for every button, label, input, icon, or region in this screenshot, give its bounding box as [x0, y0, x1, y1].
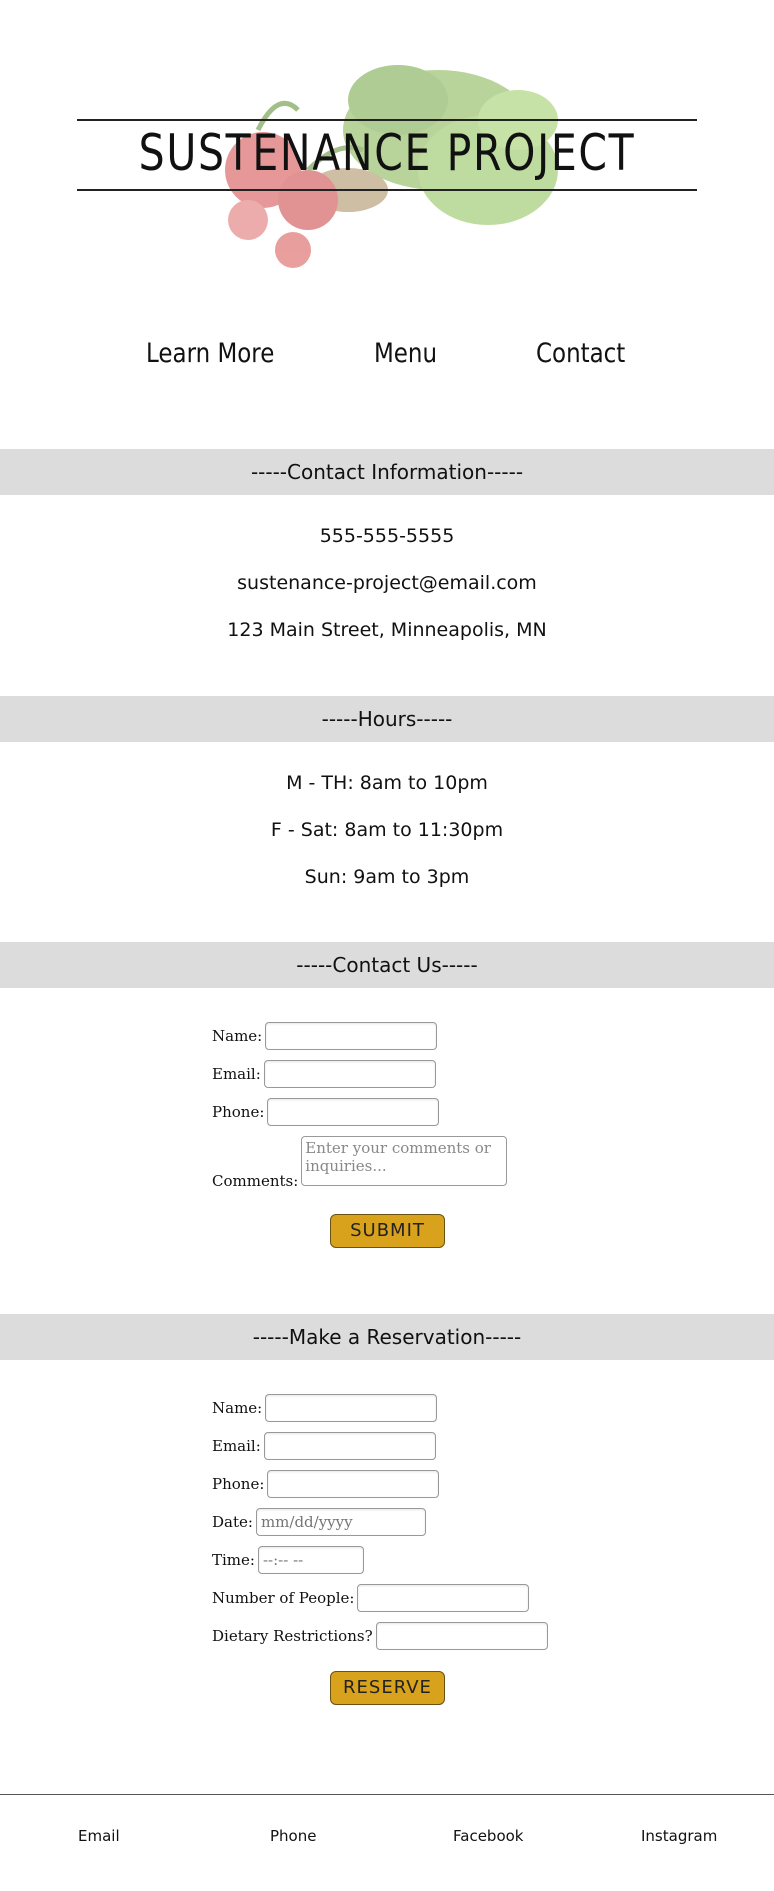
- contact-us-heading: -----Contact Us-----: [0, 942, 774, 988]
- contact-email-label: Email:: [212, 1065, 261, 1083]
- contact-email-row: Email:: [212, 1060, 436, 1088]
- main-nav: Learn More Menu Contact: [0, 338, 774, 382]
- contact-name-label: Name:: [212, 1027, 263, 1045]
- reserve-name-label: Name:: [212, 1399, 263, 1417]
- contact-email: sustenance-project@email.com: [237, 572, 537, 594]
- contact-phone: 555-555-5555: [319, 525, 455, 547]
- reserve-time-label: Time:: [212, 1551, 255, 1569]
- title-rule-top: [77, 119, 697, 121]
- reserve-date-input[interactable]: [255, 1508, 426, 1536]
- reserve-phone-label: Phone:: [212, 1475, 265, 1493]
- site-title: SUSTENANCE PROJECT: [138, 124, 636, 182]
- reserve-dietary-label: Dietary Restrictions?: [212, 1627, 373, 1645]
- nav-link-learn-more[interactable]: Learn More: [146, 338, 274, 369]
- reserve-date-row: Date:: [212, 1508, 426, 1536]
- reserve-date-label: Date:: [212, 1513, 253, 1531]
- contact-comments-label: Comments:: [212, 1172, 299, 1190]
- footer-link-phone[interactable]: Phone: [270, 1827, 316, 1845]
- reserve-email-input[interactable]: [263, 1432, 436, 1460]
- contact-name-input[interactable]: [265, 1022, 438, 1050]
- nav-link-menu[interactable]: Menu: [374, 338, 437, 369]
- title-rule-bottom: [77, 189, 697, 191]
- contact-name-row: Name:: [212, 1022, 438, 1050]
- contact-comments-row: Comments:: [212, 1136, 508, 1190]
- hero-header: SUSTENANCE PROJECT: [0, 0, 774, 290]
- reserve-people-row: Number of People:: [212, 1584, 530, 1612]
- reserve-email-row: Email:: [212, 1432, 436, 1460]
- hours-sunday: Sun: 9am to 3pm: [304, 866, 470, 888]
- reserve-phone-input[interactable]: [267, 1470, 440, 1498]
- submit-button[interactable]: SUBMIT: [330, 1214, 445, 1248]
- reserve-time-input[interactable]: [257, 1546, 364, 1574]
- reserve-time-row: Time:: [212, 1546, 364, 1574]
- reserve-button[interactable]: RESERVE: [330, 1671, 445, 1705]
- reserve-people-label: Number of People:: [212, 1589, 355, 1607]
- reserve-name-row: Name:: [212, 1394, 438, 1422]
- footer-link-facebook[interactable]: Facebook: [453, 1827, 523, 1845]
- contact-phone-input[interactable]: [267, 1098, 440, 1126]
- contact-phone-row: Phone:: [212, 1098, 440, 1126]
- nav-link-contact[interactable]: Contact: [536, 338, 625, 369]
- reserve-name-input[interactable]: [265, 1394, 438, 1422]
- reserve-dietary-row: Dietary Restrictions?: [212, 1622, 548, 1650]
- contact-phone-label: Phone:: [212, 1103, 265, 1121]
- footer-link-instagram[interactable]: Instagram: [641, 1827, 717, 1845]
- reserve-email-label: Email:: [212, 1437, 261, 1455]
- reserve-phone-row: Phone:: [212, 1470, 440, 1498]
- footer-link-email[interactable]: Email: [78, 1827, 120, 1845]
- site-footer: Email Phone Facebook Instagram: [0, 1794, 774, 1891]
- contact-address: 123 Main Street, Minneapolis, MN: [227, 619, 547, 641]
- reservation-heading: -----Make a Reservation-----: [0, 1314, 774, 1360]
- reserve-dietary-input[interactable]: [375, 1622, 548, 1650]
- contact-info-heading: -----Contact Information-----: [0, 449, 774, 495]
- reserve-people-input[interactable]: [357, 1584, 530, 1612]
- hours-weekend: F - Sat: 8am to 11:30pm: [270, 819, 504, 841]
- contact-comments-textarea[interactable]: [301, 1136, 508, 1186]
- hours-heading: -----Hours-----: [0, 696, 774, 742]
- contact-email-input[interactable]: [263, 1060, 436, 1088]
- hours-weekday: M - TH: 8am to 10pm: [286, 772, 488, 794]
